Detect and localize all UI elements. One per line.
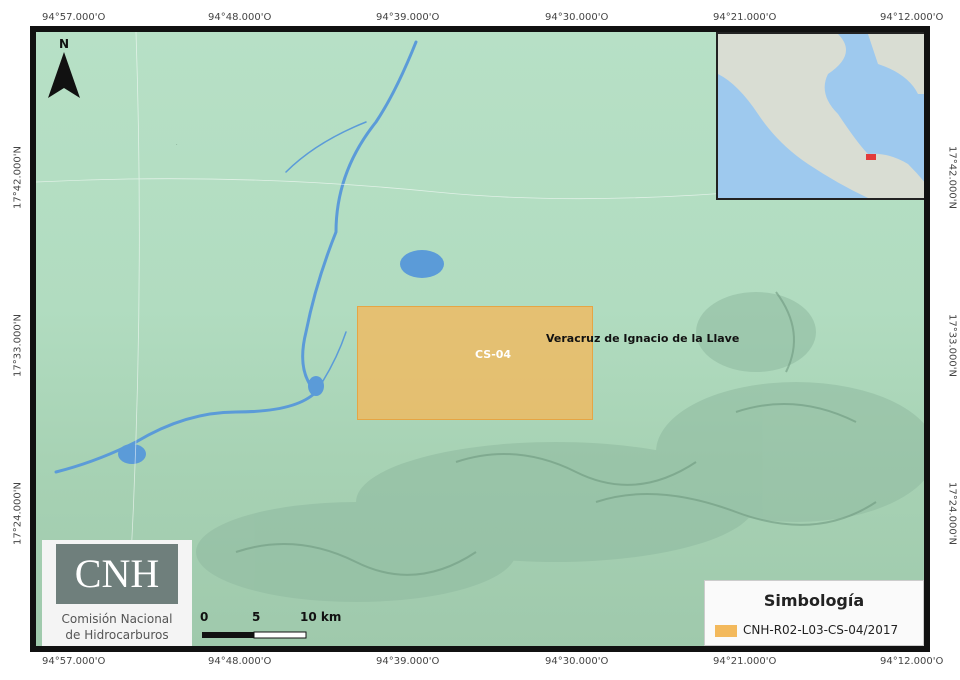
coord-top-2: 94°48.000'O bbox=[208, 12, 272, 23]
legend-swatch bbox=[715, 625, 737, 637]
coord-right-2: 17°33.000'N bbox=[946, 314, 958, 377]
north-arrow-icon: N bbox=[48, 37, 80, 98]
coord-top-5: 94°21.000'O bbox=[713, 12, 777, 23]
coord-bottom-1: 94°57.000'O bbox=[42, 656, 106, 667]
block-cs-04-polygon[interactable] bbox=[357, 306, 593, 420]
block-label: CS-04 bbox=[475, 348, 512, 361]
cnh-logo: CNH Comisión Nacional de Hidrocarburos bbox=[42, 540, 192, 646]
logo-abbr: CNH bbox=[56, 544, 178, 604]
coord-bottom-4: 94°30.000'O bbox=[545, 656, 609, 667]
place-label: · bbox=[176, 142, 178, 148]
coord-bottom-5: 94°21.000'O bbox=[713, 656, 777, 667]
state-label: Veracruz de Ignacio de la Llave bbox=[546, 332, 740, 345]
coord-top-4: 94°30.000'O bbox=[545, 12, 609, 23]
coord-top-6: 94°12.000'O bbox=[880, 12, 944, 23]
coord-top-3: 94°39.000'O bbox=[376, 12, 440, 23]
coord-top-1: 94°57.000'O bbox=[42, 12, 106, 23]
north-label: N bbox=[59, 37, 69, 51]
scale-bar: 0 5 10 km bbox=[196, 606, 356, 646]
coord-bottom-6: 94°12.000'O bbox=[880, 656, 944, 667]
coord-right-3: 17°24.000'N bbox=[946, 482, 958, 545]
coord-left-1: 17°42.000'N bbox=[12, 146, 24, 209]
scale-bar-graphic bbox=[202, 631, 307, 639]
legend: Simbología CNH-R02-L03-CS-04/2017 bbox=[704, 580, 924, 646]
logo-line2: de Hidrocarburos bbox=[65, 628, 169, 642]
legend-title: Simbología bbox=[763, 591, 865, 610]
coord-bottom-2: 94°48.000'O bbox=[208, 656, 272, 667]
coord-right-1: 17°42.000'N bbox=[946, 146, 958, 209]
logo-line1: Comisión Nacional bbox=[61, 612, 173, 626]
map-canvas[interactable]: · N CS-04 Veracruz de Ignacio de la Llav… bbox=[36, 32, 924, 646]
coord-bottom-3: 94°39.000'O bbox=[376, 656, 440, 667]
legend-item-label: CNH-R02-L03-CS-04/2017 bbox=[743, 623, 899, 637]
coord-left-3: 17°24.000'N bbox=[12, 482, 24, 545]
inset-map[interactable] bbox=[716, 32, 924, 200]
coord-left-2: 17°33.000'N bbox=[12, 314, 24, 377]
inset-map-graphic bbox=[718, 34, 924, 198]
